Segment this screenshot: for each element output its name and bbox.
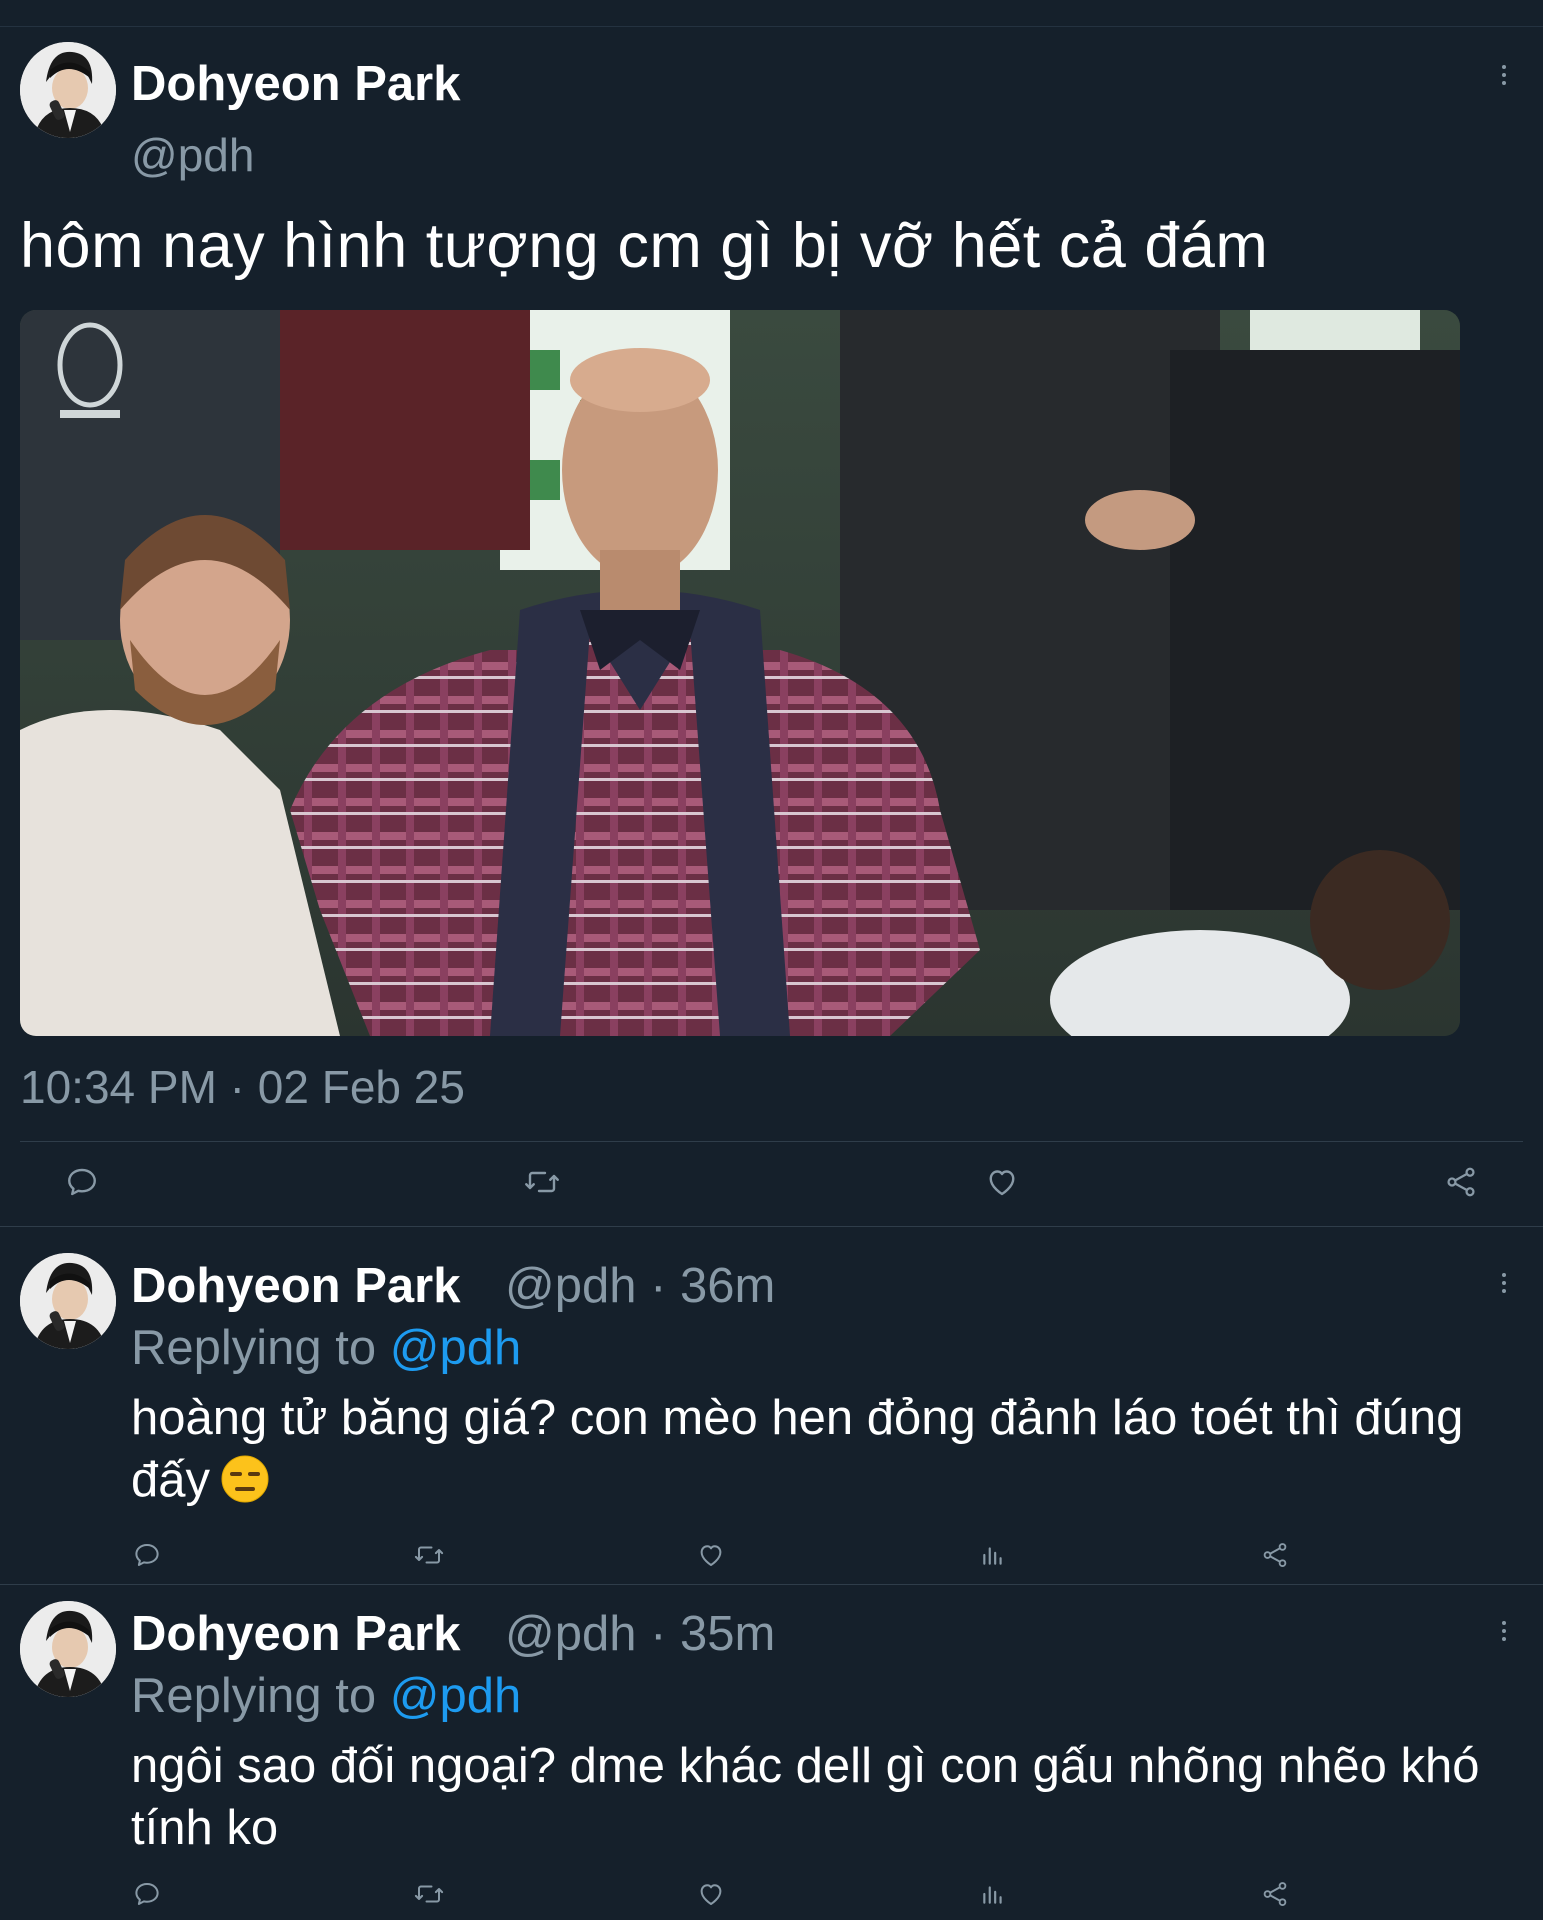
- handle-and-time: @pdh · 35m: [505, 1607, 776, 1661]
- replying-to-line: Replying to @pdh: [131, 1668, 521, 1724]
- divider: [0, 1584, 1543, 1585]
- avatar-image: [20, 42, 116, 138]
- reply-icon[interactable]: [127, 1874, 167, 1914]
- like-icon[interactable]: [982, 1162, 1022, 1202]
- expressionless-face-emoji: [221, 1455, 269, 1503]
- avatar[interactable]: [20, 1601, 116, 1697]
- tweet-media-image[interactable]: [20, 310, 1460, 1036]
- reply-icon[interactable]: [62, 1162, 102, 1202]
- author-name[interactable]: Dohyeon Park: [131, 1606, 460, 1662]
- avatar[interactable]: [20, 42, 116, 138]
- more-options-icon[interactable]: [1494, 55, 1514, 95]
- author-name[interactable]: Dohyeon Park: [131, 1258, 460, 1314]
- meme-photo: [20, 310, 1460, 1036]
- more-options-icon[interactable]: [1494, 1263, 1514, 1303]
- like-icon[interactable]: [691, 1535, 731, 1575]
- replying-label: Replying to: [131, 1669, 377, 1723]
- more-options-icon[interactable]: [1494, 1611, 1514, 1651]
- avatar-image: [20, 1601, 116, 1697]
- handle-and-time: @pdh · 36m: [505, 1259, 776, 1313]
- tweet-text-content: hoàng tử băng giá? con mèo hen đỏng đảnh…: [131, 1391, 1464, 1507]
- retweet-icon[interactable]: [522, 1162, 562, 1202]
- divider: [20, 1141, 1523, 1142]
- tweet-timestamp: 10:34 PM · 02 Feb 25: [20, 1061, 465, 1113]
- replying-mention-link[interactable]: @pdh: [390, 1669, 522, 1723]
- share-icon[interactable]: [1255, 1874, 1295, 1914]
- views-icon[interactable]: [973, 1874, 1013, 1914]
- like-icon[interactable]: [691, 1874, 731, 1914]
- avatar-image: [20, 1253, 116, 1349]
- author-handle[interactable]: @pdh: [131, 128, 254, 182]
- share-icon[interactable]: [1255, 1535, 1295, 1575]
- share-icon[interactable]: [1441, 1162, 1481, 1202]
- author-name[interactable]: Dohyeon Park: [131, 56, 460, 112]
- retweet-icon[interactable]: [409, 1535, 449, 1575]
- tweet-text: hôm nay hình tượng cm gì bị vỡ hết cả đá…: [20, 211, 1269, 281]
- replying-mention-link[interactable]: @pdh: [390, 1321, 522, 1375]
- replying-to-line: Replying to @pdh: [131, 1320, 521, 1376]
- divider: [0, 1226, 1543, 1227]
- retweet-icon[interactable]: [409, 1874, 449, 1914]
- views-icon[interactable]: [973, 1535, 1013, 1575]
- tweet-text: hoàng tử băng giá? con mèo hen đỏng đảnh…: [131, 1387, 1511, 1511]
- tweet-text: ngôi sao đối ngoại? dme khác dell gì con…: [131, 1739, 1480, 1855]
- top-divider: [0, 26, 1543, 27]
- replying-label: Replying to: [131, 1321, 377, 1375]
- reply-icon[interactable]: [127, 1535, 167, 1575]
- avatar[interactable]: [20, 1253, 116, 1349]
